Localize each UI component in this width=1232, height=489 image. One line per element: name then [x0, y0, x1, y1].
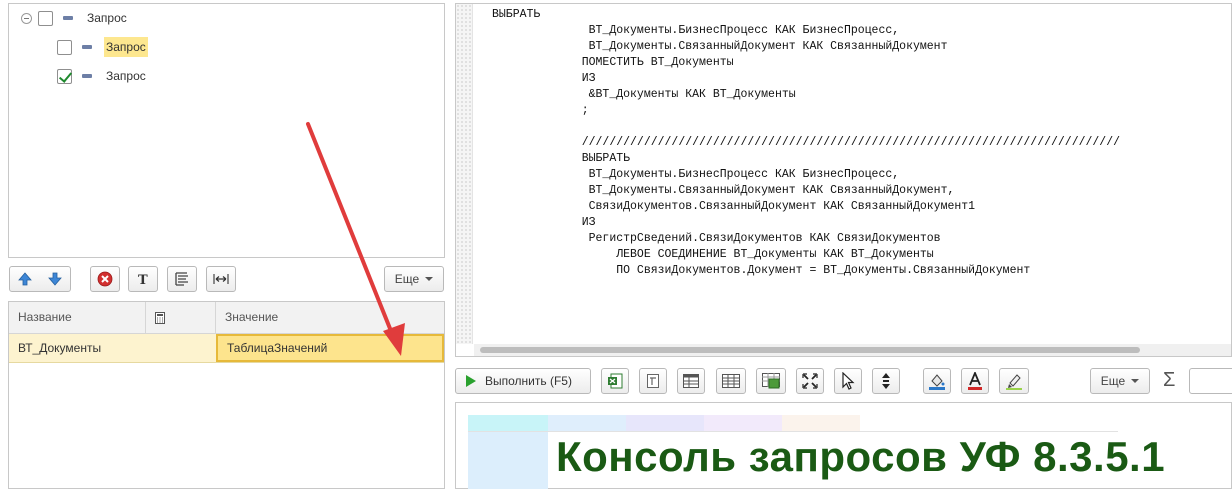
column-header[interactable]	[704, 415, 782, 431]
column-header[interactable]	[626, 415, 704, 431]
tree-child-2-checkbox[interactable]	[57, 68, 72, 84]
run-button[interactable]: Выполнить (F5)	[455, 368, 591, 394]
param-value-cell[interactable]: ТаблицаЗначений	[216, 334, 444, 362]
font-color-button[interactable]	[961, 368, 989, 394]
vertical-arrows-icon	[880, 372, 892, 390]
highlighter-button[interactable]	[999, 368, 1029, 394]
cursor-icon	[841, 372, 855, 390]
column-header-value[interactable]: Значение	[216, 302, 444, 333]
code-line[interactable]: ВЫБРАТЬ	[492, 151, 1120, 167]
excel-icon	[607, 373, 623, 389]
delete-button[interactable]	[90, 266, 120, 292]
query-wizard-button[interactable]	[167, 266, 197, 292]
excel-button[interactable]	[601, 368, 629, 394]
font-color-icon	[967, 372, 983, 390]
tree-child-1-checkbox[interactable]	[57, 39, 72, 55]
query-tree[interactable]: Запрос Запрос Запрос	[8, 3, 445, 258]
move-buttons[interactable]	[9, 266, 71, 292]
code-line[interactable]: РегистрСведений.СвязиДокументов КАК Связ…	[492, 231, 1120, 247]
code-line[interactable]: СвязиДокументов.СвязанныйДокумент КАК Св…	[492, 199, 1120, 215]
column-header-name[interactable]: Название	[9, 302, 146, 333]
fill-color-icon	[928, 372, 946, 390]
chevron-down-icon	[425, 277, 434, 281]
table-header: Название Значение	[9, 302, 444, 334]
left-more-label: Еще	[394, 272, 420, 286]
code-line[interactable]: ВЫБРАТЬ	[492, 7, 1120, 23]
query-icon	[82, 74, 92, 78]
text-button[interactable]: T	[128, 266, 158, 292]
svg-text:T: T	[138, 273, 148, 286]
calculator-icon	[155, 312, 165, 324]
move-down-icon[interactable]	[48, 272, 62, 286]
expand-width-button[interactable]	[206, 266, 236, 292]
code-line[interactable]: ВТ_Документы.БизнесПроцесс КАК БизнесПро…	[492, 23, 1120, 39]
text-icon: T	[136, 272, 150, 286]
code-line[interactable]: &ВТ_Документы КАК ВТ_Документы	[492, 87, 1120, 103]
query-icon	[63, 16, 73, 20]
text-doc-icon	[646, 373, 660, 389]
tree-row-child-2[interactable]: Запрос	[57, 64, 148, 88]
tree-row-root[interactable]: Запрос	[21, 6, 129, 30]
column-header[interactable]	[548, 415, 626, 431]
code-line[interactable]: ;	[492, 103, 1120, 119]
play-icon	[466, 375, 476, 387]
bottom-more-button[interactable]: Еще	[1090, 368, 1150, 394]
tree-root-label[interactable]: Запрос	[85, 8, 129, 28]
result-spreadsheet[interactable]: Консоль запросов УФ 8.3.5.1	[455, 402, 1232, 489]
console-title-watermark: Консоль запросов УФ 8.3.5.1	[556, 433, 1166, 480]
query-text[interactable]: ВЫБРАТЬ ВТ_Документы.БизнесПроцесс КАК Б…	[492, 7, 1120, 279]
code-line[interactable]: ЛЕВОЕ СОЕДИНЕНИЕ ВТ_Документы КАК ВТ_Док…	[492, 247, 1120, 263]
tree-root-checkbox[interactable]	[38, 10, 53, 26]
param-name-cell[interactable]: ВТ_Документы	[9, 334, 146, 362]
grid-button[interactable]	[716, 368, 746, 394]
run-button-label: Выполнить (F5)	[485, 374, 572, 388]
fill-color-button[interactable]	[923, 368, 951, 394]
parameters-table[interactable]: Название Значение ВТ_Документы ТаблицаЗн…	[8, 301, 445, 489]
sum-icon[interactable]: Σ	[1163, 369, 1175, 392]
code-line[interactable]	[492, 119, 1120, 135]
column-header-type[interactable]	[146, 302, 216, 333]
code-line[interactable]: ВТ_Документы.БизнесПроцесс КАК БизнесПро…	[492, 167, 1120, 183]
spreadsheet-image-icon	[762, 373, 780, 389]
grid-divider	[468, 431, 1118, 432]
code-line[interactable]: ПОМЕСТИТЬ ВТ_Документы	[492, 55, 1120, 71]
chevron-down-icon	[1131, 379, 1140, 383]
param-type-cell[interactable]	[146, 334, 216, 362]
editor-gutter	[456, 4, 473, 344]
collapse-icon[interactable]	[21, 12, 32, 24]
move-up-icon[interactable]	[18, 272, 32, 286]
spreadsheet-image-button[interactable]	[756, 368, 786, 394]
column-header[interactable]	[782, 415, 860, 431]
code-line[interactable]: ПО СвязиДокументов.Документ = ВТ_Докумен…	[492, 263, 1120, 279]
horizontal-scrollbar[interactable]	[474, 344, 1231, 356]
code-line[interactable]: ИЗ	[492, 215, 1120, 231]
tree-child-2-label[interactable]: Запрос	[104, 66, 148, 86]
table-icon	[683, 374, 699, 388]
query-icon	[82, 45, 92, 49]
fit-button[interactable]	[796, 368, 824, 394]
table-row[interactable]: ВТ_Документы ТаблицаЗначений	[9, 334, 444, 363]
highlighter-icon	[1005, 372, 1023, 390]
delete-icon	[97, 271, 113, 287]
left-more-button[interactable]: Еще	[384, 266, 444, 292]
table-button[interactable]	[677, 368, 705, 394]
code-line[interactable]: ////////////////////////////////////////…	[492, 135, 1120, 151]
tree-child-1-label[interactable]: Запрос	[104, 37, 148, 57]
grid-corner	[468, 415, 548, 431]
sum-field[interactable]	[1189, 368, 1232, 394]
query-text-editor[interactable]: ВЫБРАТЬ ВТ_Документы.БизнесПроцесс КАК Б…	[455, 3, 1232, 357]
code-line[interactable]: ВТ_Документы.СвязанныйДокумент КАК Связа…	[492, 183, 1120, 199]
text-doc-button[interactable]	[639, 368, 667, 394]
grid-icon	[722, 374, 740, 388]
query-wizard-icon	[174, 271, 190, 287]
scrollbar-thumb[interactable]	[480, 347, 1140, 353]
tree-row-child-1[interactable]: Запрос	[57, 35, 148, 59]
code-line[interactable]: ИЗ	[492, 71, 1120, 87]
cursor-button[interactable]	[834, 368, 862, 394]
vertical-arrows-button[interactable]	[872, 368, 900, 394]
fit-icon	[802, 373, 818, 389]
expand-width-icon	[212, 272, 230, 286]
bottom-more-label: Еще	[1100, 374, 1126, 388]
code-line[interactable]: ВТ_Документы.СвязанныйДокумент КАК Связа…	[492, 39, 1120, 55]
